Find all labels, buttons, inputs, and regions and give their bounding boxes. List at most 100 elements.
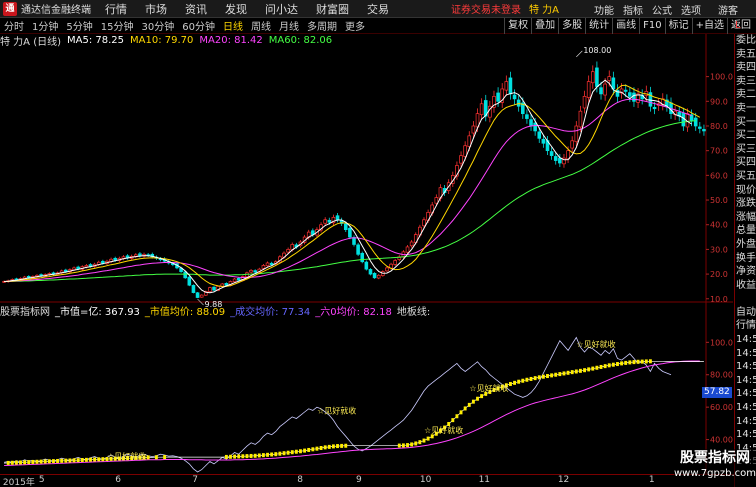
- candle-body: [632, 92, 636, 102]
- side-panel-item: 买五: [736, 170, 756, 182]
- signal-label: ☆见好就收: [107, 451, 146, 461]
- cap-rise-marker: [327, 444, 331, 449]
- side-panel-item: 自动: [736, 306, 756, 318]
- vol-avg-label: _成交均价: 77.34: [230, 307, 311, 318]
- candle-body: [224, 283, 229, 286]
- cap-rise-marker: [632, 360, 636, 365]
- value-badge: 57.82: [702, 387, 732, 398]
- cap-rise-marker: [89, 457, 92, 462]
- candle-body: [195, 292, 200, 298]
- cap-rise-marker: [620, 361, 624, 366]
- side-panel-item: 14:50: [736, 402, 756, 414]
- candle-body: [537, 131, 542, 139]
- side-panel-item: 总量: [736, 225, 756, 237]
- date-label: 10: [419, 475, 432, 485]
- candle-body: [459, 155, 463, 164]
- cap-rise-marker: [97, 457, 101, 462]
- date-label: 2015年: [2, 478, 35, 487]
- candle-body: [698, 126, 702, 129]
- cap-rise-marker: [299, 449, 302, 454]
- cap-rise-marker: [64, 458, 68, 463]
- candle-body: [611, 77, 616, 90]
- candle-body: [236, 278, 241, 281]
- candle-body: [249, 270, 253, 273]
- candle-body: [101, 260, 105, 264]
- cap-rise-marker: [406, 443, 409, 448]
- annotation-pointer: [576, 50, 583, 58]
- candle-body: [479, 103, 484, 116]
- cap-rise-marker: [323, 445, 327, 450]
- candle-body: [558, 157, 562, 164]
- candle-body: [607, 76, 612, 81]
- cap-rise-marker: [294, 449, 298, 454]
- candle-body: [504, 81, 509, 91]
- cap-rise-marker: [39, 459, 43, 464]
- sixty-avg-label: _六0均价: 82.18: [315, 307, 392, 318]
- chart-area[interactable]: 10.0 20.0 30.0 40.0 50.0 60.0 70.0 80.0 90.0 100.…: [0, 0, 734, 487]
- date-label: 12: [557, 475, 570, 485]
- cap-rise-marker: [624, 360, 628, 365]
- candle-body: [578, 110, 583, 128]
- cap-rise-marker: [587, 367, 591, 372]
- candle-body: [623, 89, 628, 92]
- price-tick-label: 50.0: [710, 196, 728, 205]
- candle-body: [529, 119, 533, 127]
- cap-rise-marker: [307, 447, 311, 452]
- cap-rise-marker: [595, 365, 599, 370]
- candle-body: [508, 77, 513, 95]
- cap-avg-label: _市值均价: 88.09: [144, 307, 226, 318]
- side-panel-item: 卖一: [736, 102, 756, 114]
- price-annotation: 108.00: [583, 46, 611, 55]
- cap-rise-marker: [336, 444, 339, 449]
- market-cap-label: _市值=亿: 367.93: [55, 307, 140, 318]
- side-panel-item: 买二: [736, 130, 756, 142]
- cap-rise-marker: [570, 370, 574, 375]
- cap-rise-marker: [72, 458, 76, 463]
- cap-rise-marker: [562, 371, 566, 376]
- side-panel-item: [735, 292, 756, 306]
- cap-rise-marker: [6, 460, 10, 465]
- candle-body: [76, 266, 80, 270]
- cap-rise-marker: [331, 444, 335, 449]
- price-tick-label: 10.0: [710, 295, 728, 304]
- side-panel-item: 卖二: [736, 89, 756, 101]
- floor-line-label: 地板线:: [396, 307, 431, 318]
- cap-rise-marker: [426, 436, 430, 441]
- side-panel-item: 净资: [736, 266, 756, 278]
- cap-rise-marker: [31, 459, 35, 464]
- cap-rise-marker: [60, 458, 64, 463]
- cap-rise-marker: [146, 455, 150, 460]
- watermark-title: 股票指标网: [680, 450, 750, 466]
- cap-rise-marker: [261, 453, 265, 458]
- cap-rise-marker: [459, 410, 463, 415]
- signal-label: ☆见好就收: [469, 383, 508, 393]
- candle-body: [286, 249, 290, 253]
- cap-rise-marker: [224, 454, 228, 459]
- candle-body: [208, 287, 212, 292]
- cap-rise-marker: [636, 359, 640, 364]
- cap-rise-marker: [344, 443, 348, 448]
- candle-body: [549, 151, 554, 156]
- candle-body: [574, 125, 579, 143]
- candle-body: [553, 156, 558, 161]
- indicator-name[interactable]: 股票指标网: [0, 303, 50, 318]
- cap-rise-marker: [10, 460, 14, 465]
- candle-body: [352, 237, 356, 245]
- cap-rise-marker: [154, 455, 158, 460]
- cap-rise-marker: [599, 364, 603, 369]
- side-panel-item: 14:50: [736, 361, 756, 373]
- cap-rise-marker: [311, 447, 315, 452]
- side-panel-item: 卖五: [736, 48, 756, 60]
- cap-rise-marker: [80, 458, 84, 463]
- side-panel-item: 涨跌: [736, 198, 756, 210]
- cap-rise-marker: [303, 448, 307, 453]
- candle-body: [376, 274, 381, 279]
- cap-rise-marker: [521, 378, 525, 383]
- candle-body: [582, 96, 587, 109]
- date-label: 5: [38, 475, 45, 485]
- candle-body: [183, 271, 187, 279]
- indicator-tick-label: 80.00: [710, 371, 733, 380]
- side-panel-toggle[interactable]: L: [735, 18, 756, 34]
- cap-rise-marker: [566, 370, 570, 375]
- cap-rise-marker: [286, 450, 290, 455]
